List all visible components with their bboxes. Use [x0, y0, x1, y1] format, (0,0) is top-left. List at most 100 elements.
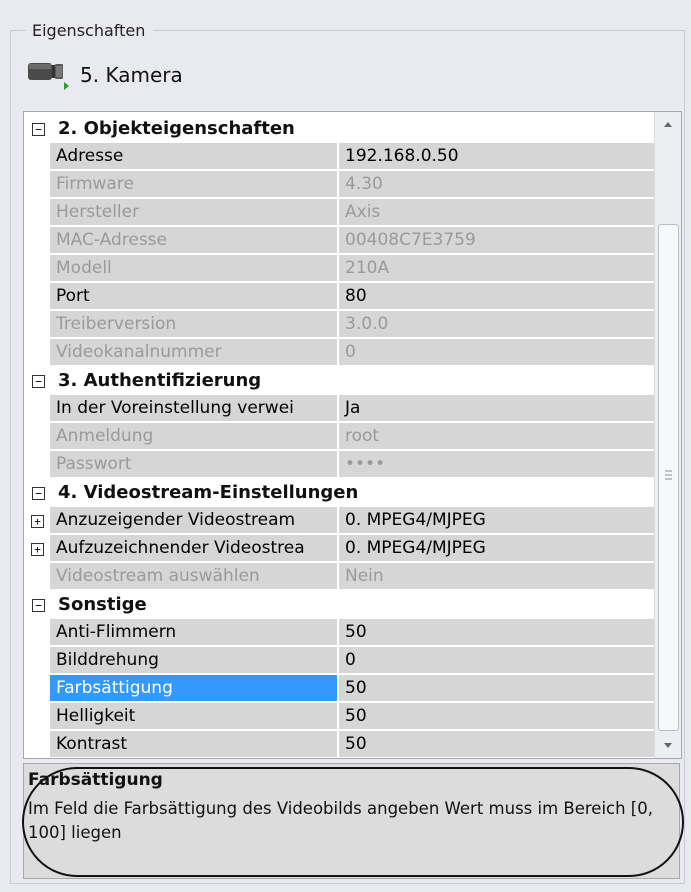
property-name[interactable]: Hersteller	[50, 199, 337, 226]
property-row[interactable]: Helligkeit 50	[24, 703, 654, 731]
scroll-down-arrow-icon[interactable]	[655, 734, 681, 758]
property-name[interactable]: Videokanalnummer	[50, 339, 337, 366]
row-gutter	[24, 199, 50, 227]
category-header[interactable]: −2. Objekteigenschaften	[24, 115, 654, 143]
property-value[interactable]: Ja	[339, 395, 654, 422]
row-gutter: +	[24, 535, 50, 563]
property-row[interactable]: Videokanalnummer 0	[24, 339, 654, 367]
property-name[interactable]: Aufzuzeichnender Videostrea	[50, 535, 337, 562]
collapse-toggle-icon[interactable]: −	[32, 487, 45, 500]
collapse-toggle-icon[interactable]: −	[32, 123, 45, 136]
help-title: Farbsättigung	[28, 770, 163, 790]
property-value[interactable]: 50	[339, 619, 654, 646]
property-name[interactable]: Helligkeit	[50, 703, 337, 730]
help-text: Im Feld die Farbsättigung des Videobilds…	[28, 799, 653, 842]
property-value[interactable]: 3.0.0	[339, 311, 654, 338]
row-gutter	[24, 731, 50, 758]
property-name[interactable]: Passwort	[50, 451, 337, 478]
property-name[interactable]: Anti-Flimmern	[50, 619, 337, 646]
property-name[interactable]: Modell	[50, 255, 337, 282]
scroll-up-arrow-icon[interactable]	[655, 112, 681, 136]
row-gutter	[24, 255, 50, 283]
property-name[interactable]: Kontrast	[50, 731, 337, 758]
row-gutter	[24, 703, 50, 731]
property-row[interactable]: Farbsättigung 50	[24, 675, 654, 703]
row-gutter	[24, 451, 50, 479]
property-name[interactable]: Bilddrehung	[50, 647, 337, 674]
property-row[interactable]: Videostream auswählen Nein	[24, 563, 654, 591]
vertical-scrollbar[interactable]	[654, 112, 681, 758]
property-row[interactable]: Anti-Flimmern 50	[24, 619, 654, 647]
property-row[interactable]: Firmware 4.30	[24, 171, 654, 199]
row-gutter	[24, 171, 50, 199]
property-name[interactable]: Port	[50, 283, 337, 310]
property-row[interactable]: Treiberversion 3.0.0	[24, 311, 654, 339]
property-name[interactable]: Anmeldung	[50, 423, 337, 450]
property-grid[interactable]: −2. Objekteigenschaften Adresse 192.168.0.…	[23, 111, 682, 759]
row-gutter	[24, 395, 50, 423]
property-name[interactable]: Videostream auswählen	[50, 563, 337, 590]
property-value[interactable]: 50	[339, 675, 654, 702]
property-name[interactable]: In der Voreinstellung verwei	[50, 395, 337, 422]
property-value[interactable]: 0. MPEG4/MJPEG	[339, 535, 654, 562]
row-gutter	[24, 143, 50, 171]
property-row[interactable]: In der Voreinstellung verwei Ja	[24, 395, 654, 423]
property-value[interactable]: 80	[339, 283, 654, 310]
property-value[interactable]: 210A	[339, 255, 654, 282]
property-name[interactable]: Farbsättigung	[50, 675, 337, 702]
property-value[interactable]: 192.168.0.50	[339, 143, 654, 170]
property-value[interactable]: Axis	[339, 199, 654, 226]
camera-icon	[28, 60, 70, 90]
property-row[interactable]: Passwort ••••	[24, 451, 654, 479]
property-row[interactable]: MAC-Adresse 00408C7E3759	[24, 227, 654, 255]
property-value[interactable]: 0	[339, 339, 654, 366]
property-row[interactable]: Port 80	[24, 283, 654, 311]
property-row[interactable]: Hersteller Axis	[24, 199, 654, 227]
property-value[interactable]: Nein	[339, 563, 654, 590]
property-value[interactable]: 00408C7E3759	[339, 227, 654, 254]
property-value[interactable]: 50	[339, 703, 654, 730]
row-gutter	[24, 423, 50, 451]
property-row[interactable]: Kontrast 50	[24, 731, 654, 758]
row-gutter	[24, 675, 50, 703]
property-row[interactable]: Modell 210A	[24, 255, 654, 283]
row-gutter	[24, 619, 50, 647]
property-row[interactable]: + Anzuzeigender Videostream 0. MPEG4/MJPEG	[24, 507, 654, 535]
property-name[interactable]: MAC-Adresse	[50, 227, 337, 254]
category-header[interactable]: −4. Videostream-Einstellungen	[24, 479, 654, 507]
property-value[interactable]: ••••	[339, 451, 654, 478]
property-row[interactable]: Bilddrehung 0	[24, 647, 654, 675]
category-header[interactable]: − Sonstige	[24, 591, 654, 619]
category-title: 2. Objekteigenschaften	[58, 118, 295, 139]
category-title: Sonstige	[58, 594, 147, 615]
property-name[interactable]: Adresse	[50, 143, 337, 170]
row-gutter	[24, 339, 50, 367]
collapse-toggle-icon[interactable]: −	[32, 599, 45, 612]
expand-toggle-icon[interactable]: +	[31, 543, 44, 556]
row-gutter	[24, 227, 50, 255]
category-header[interactable]: −3. Authentifizierung	[24, 367, 654, 395]
property-value[interactable]: 4.30	[339, 171, 654, 198]
row-gutter: +	[24, 507, 50, 535]
row-gutter	[24, 283, 50, 311]
property-name[interactable]: Firmware	[50, 171, 337, 198]
expand-toggle-icon[interactable]: +	[31, 515, 44, 528]
row-gutter	[24, 311, 50, 339]
property-value[interactable]: 0. MPEG4/MJPEG	[339, 507, 654, 534]
property-row[interactable]: + Aufzuzeichnender Videostrea 0. MPEG4/MJP…	[24, 535, 654, 563]
property-row[interactable]: Anmeldung root	[24, 423, 654, 451]
property-name[interactable]: Treiberversion	[50, 311, 337, 338]
property-value[interactable]: 0	[339, 647, 654, 674]
scrollbar-thumb[interactable]	[658, 224, 679, 731]
category-title: 4. Videostream-Einstellungen	[58, 482, 359, 503]
camera-header: 5. Kamera	[28, 60, 183, 90]
row-gutter	[24, 563, 50, 591]
property-name[interactable]: Anzuzeigender Videostream	[50, 507, 337, 534]
property-row[interactable]: Adresse 192.168.0.50	[24, 143, 654, 171]
property-value[interactable]: 50	[339, 731, 654, 758]
properties-group-title: Eigenschaften	[26, 20, 154, 42]
collapse-toggle-icon[interactable]: −	[32, 375, 45, 388]
category-title: 3. Authentifizierung	[58, 370, 262, 391]
row-gutter	[24, 647, 50, 675]
property-value[interactable]: root	[339, 423, 654, 450]
